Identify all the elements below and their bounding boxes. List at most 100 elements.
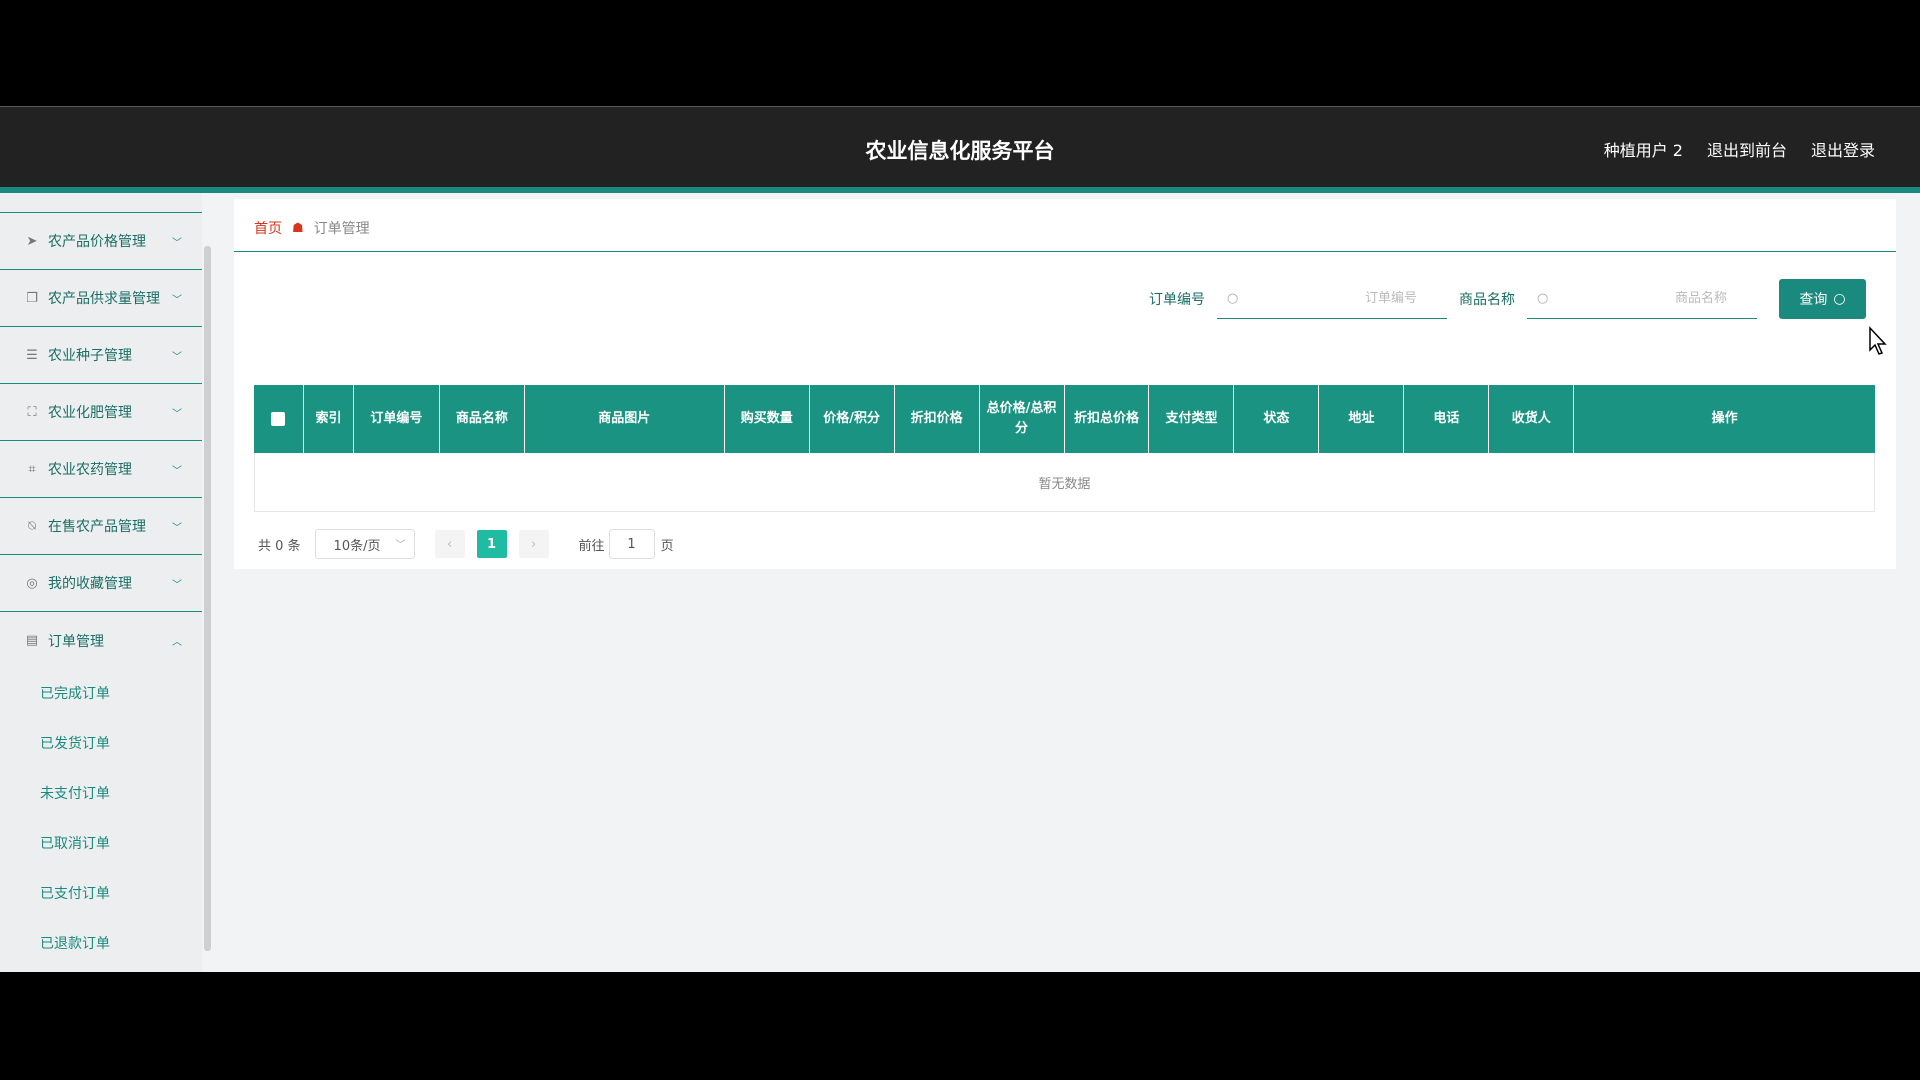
sidebar-subitem-refunded[interactable]: 已退款订单 bbox=[40, 933, 110, 953]
sidebar-item-fertilizer[interactable]: ⛶ 农业化肥管理 ﹀ bbox=[0, 384, 202, 441]
page-suffix: 页 bbox=[660, 538, 674, 554]
column-header[interactable]: 索引 bbox=[304, 385, 354, 453]
chevron-down-icon: ﹀ bbox=[172, 466, 182, 477]
search-icon: ○ bbox=[1833, 291, 1846, 307]
sidebar-item-partial[interactable] bbox=[0, 193, 202, 213]
page-size-select[interactable]: 10条/页 ﹀ bbox=[314, 529, 415, 559]
sidebar-subitem-shipped[interactable]: 已发货订单 bbox=[40, 733, 110, 753]
chevron-down-icon: ﹀ bbox=[172, 238, 182, 249]
goods-name-field: ○ bbox=[1527, 279, 1757, 319]
goods-name-label: 商品名称 bbox=[1459, 292, 1515, 308]
sidebar-item-pesticide[interactable]: ⌗ 农业农药管理 ﹀ bbox=[0, 441, 202, 498]
chevron-down-icon: ﹀ bbox=[172, 409, 182, 420]
column-header[interactable]: 折扣价格 bbox=[895, 385, 980, 453]
chevron-down-icon: ﹀ bbox=[172, 295, 182, 306]
logout-link[interactable]: 退出登录 bbox=[1811, 137, 1875, 161]
breadcrumb: 首页 ☗ 订单管理 bbox=[254, 218, 370, 238]
fullscreen-icon: ⛶ bbox=[27, 404, 37, 420]
sidebar-item-label: 农业化肥管理 bbox=[48, 405, 132, 421]
chevron-down-icon: ﹀ bbox=[172, 352, 182, 363]
column-header[interactable]: 折扣总价格 bbox=[1065, 385, 1150, 453]
next-page-button[interactable]: › bbox=[518, 530, 549, 558]
home-icon: ☗ bbox=[292, 220, 304, 236]
search-bar: 订单编号 ○ 商品名称 ○ 查询 ○ bbox=[1149, 279, 1866, 319]
column-header[interactable]: 状态 bbox=[1234, 385, 1320, 453]
compass-icon: ◎ bbox=[26, 575, 38, 591]
order-no-label: 订单编号 bbox=[1149, 292, 1205, 308]
column-header[interactable]: 电话 bbox=[1404, 385, 1490, 453]
sidebar-subitem-unpaid[interactable]: 未支付订单 bbox=[40, 783, 110, 803]
table-empty-row: 暂无数据 bbox=[254, 453, 1875, 512]
order-no-field: ○ bbox=[1217, 279, 1447, 319]
query-button[interactable]: 查询 ○ bbox=[1779, 279, 1866, 319]
sliders-icon: ☰ bbox=[26, 347, 38, 363]
exit-to-front-link[interactable]: 退出到前台 bbox=[1707, 137, 1787, 161]
sidebar-item-label: 农产品供求量管理 bbox=[48, 291, 160, 307]
breadcrumb-home[interactable]: 首页 bbox=[254, 218, 282, 238]
chevron-up-icon: ︿ bbox=[172, 637, 182, 648]
column-header[interactable]: 商品图片 bbox=[525, 385, 725, 453]
table-header: 索引 订单编号 商品名称 商品图片 购买数量 价格/积分 折扣价格 总价格/总积… bbox=[254, 385, 1875, 453]
column-header[interactable]: 操作 bbox=[1574, 385, 1875, 453]
clipboard-icon: ▤ bbox=[25, 633, 39, 648]
header-actions: 种植用户 2 退出到前台 退出登录 bbox=[1604, 137, 1875, 161]
sidebar-item-label: 农业农药管理 bbox=[48, 462, 132, 478]
prev-page-button[interactable]: ‹ bbox=[434, 530, 465, 558]
query-button-label: 查询 bbox=[1799, 292, 1828, 308]
column-header[interactable]: 地址 bbox=[1319, 385, 1405, 453]
column-header[interactable]: 收货人 bbox=[1489, 385, 1575, 453]
sidebar-item-label: 农产品价格管理 bbox=[48, 234, 146, 250]
sidebar-subitem-cancelled[interactable]: 已取消订单 bbox=[40, 833, 110, 853]
header-accent-bar bbox=[0, 187, 1920, 193]
sidebar-item-on-sale[interactable]: ⍉ 在售农产品管理 ﹀ bbox=[0, 498, 202, 555]
sidebar: ➤ 农产品价格管理 ﹀ ❐ 农产品供求量管理 ﹀ ☰ 农业种子管理 ﹀ ⛶ 农业… bbox=[0, 193, 202, 972]
select-all-cell bbox=[254, 385, 304, 453]
empty-text: 暂无数据 bbox=[1038, 476, 1091, 492]
column-header[interactable]: 商品名称 bbox=[440, 385, 525, 453]
sidebar-item-price[interactable]: ➤ 农产品价格管理 ﹀ bbox=[0, 213, 202, 270]
main-panel: 首页 ☗ 订单管理 订单编号 ○ 商品名称 ○ 查询 ○ bbox=[234, 199, 1896, 569]
pagination: 共 0 条 10条/页 ﹀ ‹ 1 › 前往 页 bbox=[258, 529, 674, 559]
screen: 农业信息化服务平台 种植用户 2 退出到前台 退出登录 ➤ 农产品价格管理 ﹀ … bbox=[0, 0, 1920, 1080]
sidebar-scrollbar[interactable] bbox=[204, 246, 211, 951]
crop-icon: ⌗ bbox=[28, 461, 36, 477]
column-header[interactable]: 购买数量 bbox=[725, 385, 810, 453]
goto-page-input[interactable] bbox=[608, 529, 655, 559]
chevron-down-icon: ﹀ bbox=[395, 540, 406, 551]
orders-table: 索引 订单编号 商品名称 商品图片 购买数量 价格/积分 折扣价格 总价格/总积… bbox=[254, 385, 1875, 512]
chevron-down-icon: ﹀ bbox=[172, 523, 182, 534]
sidebar-subitem-completed[interactable]: 已完成订单 bbox=[40, 683, 110, 703]
current-user-link[interactable]: 种植用户 2 bbox=[1604, 137, 1683, 161]
sidebar-item-supply[interactable]: ❐ 农产品供求量管理 ﹀ bbox=[0, 270, 202, 327]
search-icon: ○ bbox=[1227, 291, 1239, 306]
order-no-input[interactable] bbox=[1217, 279, 1447, 318]
sidebar-item-favorites[interactable]: ◎ 我的收藏管理 ﹀ bbox=[0, 555, 202, 612]
breadcrumb-current: 订单管理 bbox=[313, 221, 370, 237]
sidebar-item-label: 在售农产品管理 bbox=[48, 519, 146, 535]
column-header[interactable]: 订单编号 bbox=[354, 385, 440, 453]
select-all-checkbox[interactable] bbox=[271, 412, 286, 426]
total-count: 共 0 条 bbox=[258, 538, 301, 554]
chevron-down-icon: ﹀ bbox=[172, 580, 182, 591]
app-window: 农业信息化服务平台 种植用户 2 退出到前台 退出登录 ➤ 农产品价格管理 ﹀ … bbox=[0, 106, 1920, 972]
breadcrumb-divider bbox=[234, 251, 1896, 252]
sidebar-item-label: 农业种子管理 bbox=[48, 348, 132, 364]
sidebar-item-orders[interactable]: ▤ 订单管理 ︿ bbox=[0, 612, 202, 669]
sidebar-item-seeds[interactable]: ☰ 农业种子管理 ﹀ bbox=[0, 327, 202, 384]
column-header[interactable]: 价格/积分 bbox=[810, 385, 895, 453]
goto-label: 前往 bbox=[578, 538, 605, 554]
search-icon: ○ bbox=[1537, 291, 1549, 306]
top-header: 农业信息化服务平台 种植用户 2 退出到前台 退出登录 bbox=[0, 106, 1920, 187]
bell-off-icon: ⍉ bbox=[28, 518, 36, 534]
page-number-button[interactable]: 1 bbox=[476, 530, 507, 558]
column-header[interactable]: 总价格/总积分 bbox=[980, 385, 1065, 453]
column-header[interactable]: 支付类型 bbox=[1149, 385, 1235, 453]
sidebar-item-label: 我的收藏管理 bbox=[48, 576, 132, 592]
send-icon: ➤ bbox=[26, 233, 38, 249]
sidebar-item-label: 订单管理 bbox=[48, 633, 104, 650]
goods-name-input[interactable] bbox=[1527, 279, 1757, 318]
sidebar-subitem-paid[interactable]: 已支付订单 bbox=[40, 883, 110, 903]
page-size-value: 10条/页 bbox=[333, 538, 381, 554]
copy-icon: ❐ bbox=[26, 290, 38, 306]
mouse-cursor-icon bbox=[1869, 326, 1887, 355]
